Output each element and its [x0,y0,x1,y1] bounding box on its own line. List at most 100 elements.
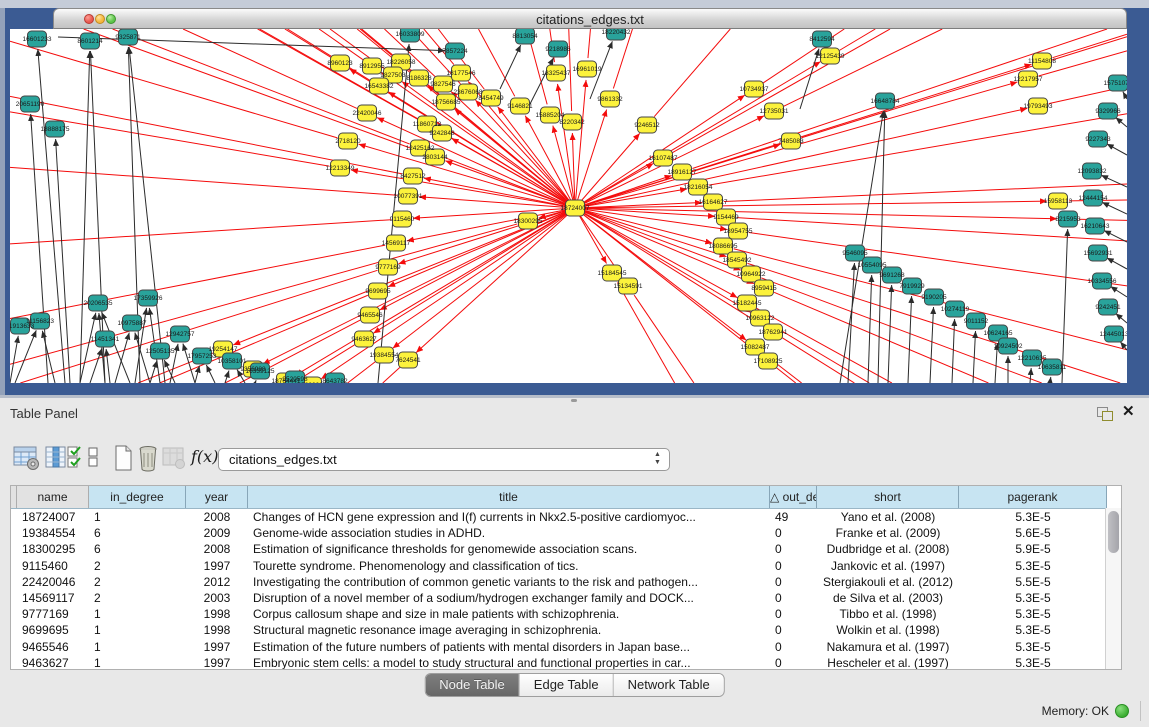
tab-node-table[interactable]: Node Table [425,674,520,696]
graph-node-label: 10274119 [941,306,970,313]
table-row[interactable]: 1938455462009Genome-wide association stu… [11,525,1121,541]
table-cell: 1 [89,655,186,670]
citation-edge-black[interactable] [38,49,65,383]
citation-edge-black[interactable] [930,307,934,383]
citation-edge-red[interactable] [287,29,369,80]
citation-edge-red[interactable] [10,224,517,364]
citation-edge-black[interactable] [1123,92,1127,99]
citation-edge-black[interactable] [135,333,150,383]
citation-edge-red[interactable] [359,144,575,208]
citation-edge-black[interactable] [1116,117,1127,127]
citation-edge-red[interactable] [617,283,674,383]
function-builder-icon[interactable]: f(x) [191,447,218,466]
citation-edge-black[interactable] [908,296,912,383]
column-header-year[interactable]: year [186,486,248,508]
column-header-short[interactable]: short [817,486,959,508]
citation-edge-red[interactable] [388,208,575,287]
table-row[interactable]: 1872400712008Changes of HCN gene express… [11,509,1121,525]
citation-edge-red[interactable] [575,64,1032,208]
table-scrollbar[interactable] [1105,508,1121,670]
citation-edge-red[interactable] [295,208,575,375]
citation-edge-black[interactable] [106,349,110,383]
tab-edge-table[interactable]: Edge Table [520,674,614,696]
citation-edge-red[interactable] [10,112,329,166]
citation-edge-red[interactable] [263,208,575,364]
citation-edge-black[interactable] [56,139,70,383]
citation-edge-red[interactable] [777,368,796,383]
column-header-name[interactable]: name [17,486,89,508]
citation-edge-black[interactable] [1116,313,1127,323]
column-header-out-degree-sorted[interactable]: △ out_de... [770,486,817,508]
graph-node-label: 10963122 [746,315,775,322]
citation-edge-red[interactable] [673,29,890,153]
table-cell: Investigating the contribution of common… [248,574,770,590]
citation-edge-red[interactable] [575,80,586,208]
float-panel-icon[interactable] [1097,407,1115,422]
citation-edge-red[interactable] [575,208,1057,219]
citation-edge-red[interactable] [709,114,1127,185]
citation-edge-black[interactable] [1062,229,1068,383]
citation-edge-black[interactable] [500,45,521,89]
citation-edge-red[interactable] [383,367,400,383]
table-row[interactable]: 946554611997Estimation of the future num… [11,639,1121,655]
citation-edge-black[interactable] [878,111,885,383]
citation-edge-red[interactable] [398,208,575,264]
citation-edge-red[interactable] [654,29,730,117]
citation-edge-black[interactable] [150,361,157,383]
citation-edge-black[interactable] [868,275,872,383]
citation-edge-black[interactable] [1107,144,1127,155]
citation-edge-red[interactable] [588,29,591,58]
citation-edge-black[interactable] [1102,202,1127,214]
citation-edge-black[interactable] [848,263,854,383]
citation-edge-black[interactable] [1030,368,1031,383]
citation-edge-black[interactable] [1107,258,1127,269]
table-row[interactable]: 1456911722003Disruption of a novel membe… [11,590,1121,606]
citation-edge-red[interactable] [10,220,391,244]
table-columns-icon[interactable] [45,445,67,471]
network-canvas[interactable]: 1872400789601238912955182260589827503165… [10,29,1127,383]
row-height-icon[interactable] [88,445,100,471]
citation-edge-black[interactable] [1050,377,1051,383]
citation-edge-red[interactable] [478,29,514,96]
citation-graph[interactable]: 1872400789601238912955182260589827503165… [10,29,1127,383]
citation-edge-black[interactable] [255,380,256,383]
citation-edge-black[interactable] [10,336,18,383]
citation-edge-red[interactable] [393,208,575,348]
panel-splitter-handle[interactable] [571,399,577,402]
table-row[interactable]: 969969511998Structural magnetic resonanc… [11,622,1121,638]
citation-edge-red[interactable] [575,208,737,298]
scrollbar-thumb[interactable] [1108,511,1119,553]
table-row[interactable]: 911546021997Tourette syndrome. Phenomeno… [11,558,1121,574]
citation-edge-red[interactable] [348,362,376,383]
table-row[interactable]: 1830029562008Estimation of significance … [11,541,1121,557]
table-row[interactable]: 946362711997Embryonic stem cells: a mode… [11,655,1121,670]
table-settings-icon[interactable] [13,445,40,471]
citation-edge-red[interactable] [784,29,942,106]
citation-edge-black[interactable] [952,319,955,383]
new-table-icon[interactable] [113,445,133,472]
citation-edge-red[interactable] [424,178,575,208]
citation-edge-red[interactable] [749,233,1127,286]
close-panel-icon[interactable]: ✕ [1122,402,1135,420]
tab-network-table[interactable]: Network Table [614,674,724,696]
delete-column-icon[interactable] [137,445,159,472]
citation-edge-red[interactable] [454,109,575,208]
network-window-titlebar[interactable]: citations_edges.txt [53,8,1127,29]
column-header-in-degree[interactable]: in_degree [89,486,186,508]
table-select-dropdown[interactable]: citations_edges.txt ▲▼ [218,448,670,471]
table-row[interactable]: 977716911998Corpus callosum shape and si… [11,606,1121,622]
column-visibility-icon[interactable] [67,445,85,471]
column-header-pagerank[interactable]: pagerank [959,486,1107,508]
citation-edge-black[interactable] [80,51,90,383]
citation-edge-red[interactable] [634,295,694,383]
citation-edge-black[interactable] [888,285,892,383]
citation-edge-red[interactable] [321,208,575,379]
citation-edge-red[interactable] [10,245,385,318]
citation-edge-black[interactable] [31,114,48,383]
citation-edge-black[interactable] [90,348,102,383]
column-header-title[interactable]: title [248,486,770,508]
table-row[interactable]: 2242004622012Investigating the contribut… [11,574,1121,590]
citation-edge-black[interactable] [206,365,215,383]
citation-edge-black[interactable] [1110,286,1127,297]
citation-edge-red[interactable] [285,29,331,57]
